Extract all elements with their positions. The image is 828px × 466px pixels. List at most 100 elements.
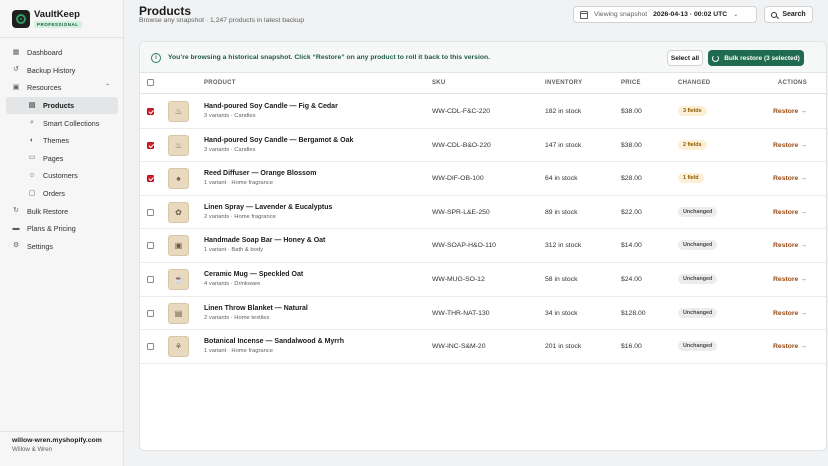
product-sku: WW-MUG-SO-12 — [432, 276, 485, 283]
restore-link[interactable]: Restore → — [773, 142, 807, 149]
product-name[interactable]: Hand-poured Soy Candle — Bergamot & Oak — [204, 137, 353, 144]
table-row[interactable]: ♠ Reed Diffuser — Orange Blossom 1 variant… — [140, 162, 826, 196]
product-inventory: 182 in stock — [545, 108, 582, 115]
product-name[interactable]: Linen Throw Blanket — Natural — [204, 305, 308, 312]
sidebar-item-smart-collections[interactable]: ⌕ Smart Collections — [6, 114, 118, 132]
sidebar-nav: ▦ Dashboard ↺ Backup History ▣ Resources… — [6, 44, 118, 255]
sidebar-item-bulk-restore[interactable]: ↻ Bulk Restore — [6, 202, 118, 220]
chevron-up-icon: ⌃ — [104, 84, 110, 91]
row-checkbox[interactable] — [147, 343, 154, 351]
row-checkbox[interactable] — [147, 276, 154, 283]
store-domain: willow-wren.myshopify.com — [12, 437, 102, 444]
restore-link[interactable]: Restore → — [773, 209, 807, 216]
search-button[interactable]: Search — [764, 6, 813, 23]
sidebar-item-orders[interactable]: ▢ Orders — [6, 185, 118, 203]
table-row[interactable]: ✿ Linen Spray — Lavender & Eucalyptus 2 va… — [140, 196, 826, 230]
product-price: $22.00 — [621, 208, 642, 216]
product-sku: WW-SOAP-H&O-110 — [432, 242, 496, 250]
snapshot-selector[interactable]: Viewing snapshot 2026-04-13 · 00:02 UTC … — [573, 6, 757, 23]
restore-link[interactable]: Restore → — [773, 175, 807, 182]
column-header-price: PRICE — [621, 80, 641, 86]
person-icon: ☺ — [28, 171, 36, 179]
vault-logo-icon — [12, 10, 30, 28]
column-header-product: PRODUCT — [204, 80, 236, 86]
table-row[interactable]: ⚘ Botanical Incense — Sandalwood & Myrrh 1… — [140, 330, 826, 364]
product-name[interactable]: Hand-poured Soy Candle — Fig & Cedar — [204, 103, 338, 110]
product-price: $38.00 — [621, 108, 642, 115]
product-inventory: 58 in stock — [545, 276, 578, 283]
sidebar-item-products[interactable]: ▤ Products — [6, 96, 118, 115]
sidebar-item-settings[interactable]: ⚙ Settings — [6, 238, 118, 256]
product-name[interactable]: Handmade Soap Bar — Honey & Oat — [204, 237, 325, 244]
product-thumbnail: ♨ — [168, 134, 189, 156]
product-meta: 4 variants · Drinkware — [204, 281, 261, 287]
product-name[interactable]: Reed Diffuser — Orange Blossom — [204, 170, 316, 177]
product-sku: WW-INC-S&M-20 — [432, 343, 486, 351]
changed-badge: 1 field — [678, 173, 704, 184]
product-name[interactable]: Ceramic Mug — Speckled Oat — [204, 271, 303, 278]
table-row[interactable]: ▣ Handmade Soap Bar — Honey & Oat 1 varian… — [140, 229, 826, 263]
product-thumbnail: ✿ — [168, 201, 189, 223]
product-sku: WW-CDL-B&O-220 — [432, 141, 491, 149]
restore-link[interactable]: Restore → — [773, 242, 807, 249]
table-row[interactable]: ☕ Ceramic Mug — Speckled Oat 4 variants · … — [140, 263, 826, 297]
row-checkbox[interactable] — [147, 175, 154, 183]
row-checkbox[interactable] — [147, 108, 154, 115]
product-price: $16.00 — [621, 343, 642, 351]
product-name[interactable]: Botanical Incense — Sandalwood & Myrrh — [204, 338, 344, 345]
bulk-restore-button[interactable]: Bulk restore (3 selected) — [708, 50, 804, 66]
restore-link[interactable]: Restore → — [773, 276, 807, 283]
restore-link[interactable]: Restore → — [773, 310, 807, 317]
product-meta: 2 variants · Home fragrance — [204, 213, 276, 220]
sidebar-item-plans-pricing[interactable]: ▬ Plans & Pricing — [6, 220, 118, 238]
snapshot-label: Viewing snapshot — [594, 11, 648, 18]
brand[interactable]: VaultKeep PROFESSIONAL — [12, 10, 82, 28]
restore-icon: ↻ — [13, 207, 19, 215]
page-subtitle: Browse any snapshot · 1,247 products in … — [139, 17, 305, 24]
product-sku: WW-THR-NAT-130 — [432, 309, 490, 317]
product-sku: WW-CDL-F&C-220 — [432, 108, 491, 115]
snapshot-banner: i You’re browsing a historical snapshot.… — [140, 42, 826, 73]
sidebar-item-themes[interactable]: ◐ Themes — [6, 132, 118, 150]
search-icon — [771, 11, 778, 18]
select-all-button[interactable]: Select all — [667, 50, 703, 66]
banner-message: You’re browsing a historical snapshot. C… — [168, 54, 491, 61]
product-name[interactable]: Linen Spray — Lavender & Eucalyptus — [204, 204, 332, 211]
product-price: $38.00 — [621, 141, 642, 149]
row-checkbox[interactable] — [147, 309, 154, 317]
restore-link[interactable]: Restore → — [773, 108, 807, 115]
sidebar-item-pages[interactable]: ▭ Pages — [6, 150, 118, 168]
sidebar-item-customers[interactable]: ☺ Customers — [6, 167, 118, 185]
product-meta: 2 variants · Home textiles — [204, 314, 270, 321]
changed-badge: Unchanged — [678, 206, 718, 217]
product-meta: 1 variant · Home fragrance — [204, 348, 273, 355]
sidebar-item-backup-history[interactable]: ↺ Backup History — [6, 62, 118, 80]
row-checkbox[interactable] — [147, 242, 154, 250]
product-meta: 3 variants · Candles — [204, 113, 256, 119]
row-checkbox[interactable] — [147, 141, 154, 149]
sidebar-item-resources[interactable]: ▣ Resources ⌃ — [6, 79, 118, 97]
restore-link[interactable]: Restore → — [773, 343, 807, 350]
table-row[interactable]: ▤ Linen Throw Blanket — Natural 2 variants… — [140, 297, 826, 331]
table-row[interactable]: ♨ Hand-poured Soy Candle — Fig & Cedar 3 v… — [140, 95, 826, 129]
search-button-label: Search — [782, 11, 806, 18]
product-inventory: 64 in stock — [545, 175, 578, 183]
select-all-checkbox[interactable] — [147, 79, 154, 86]
changed-badge: Unchanged — [678, 341, 718, 352]
bulk-restore-label: Bulk restore (3 selected) — [724, 54, 800, 62]
product-thumbnail: ♨ — [168, 101, 189, 122]
sidebar-item-dashboard[interactable]: ▦ Dashboard — [6, 44, 118, 62]
row-checkbox[interactable] — [147, 208, 154, 216]
palette-icon: ◐ — [29, 136, 35, 144]
table-row[interactable]: ♨ Hand-poured Soy Candle — Bergamot & Oak… — [140, 129, 826, 163]
column-header-actions: ACTIONS — [777, 80, 807, 86]
product-inventory: 312 in stock — [545, 242, 582, 250]
sidebar-item-label: Bulk Restore — [27, 206, 69, 216]
store-switcher[interactable]: willow-wren.myshopify.com Willow & Wren — [12, 437, 102, 453]
column-header-sku: SKU — [432, 80, 446, 86]
sidebar-item-label: Plans & Pricing — [27, 224, 76, 234]
product-thumbnail: ☕ — [168, 269, 189, 290]
changed-badge: Unchanged — [678, 240, 718, 251]
order-icon: ▢ — [28, 189, 36, 197]
box-icon: ▣ — [12, 83, 20, 91]
